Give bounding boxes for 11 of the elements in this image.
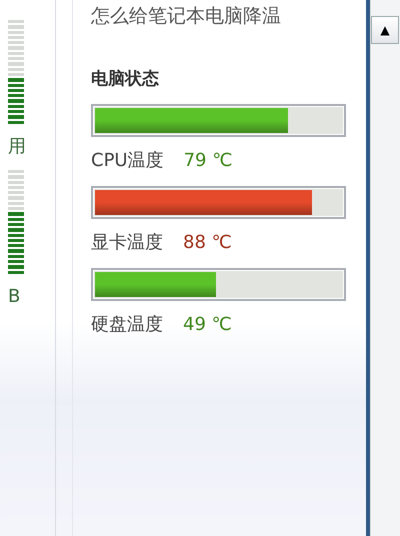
scroll-up-button[interactable]: ▲ [371, 16, 399, 44]
panel-label: B [8, 288, 20, 306]
sensor-label: 硬盘温度 [91, 313, 163, 337]
article-title: 怎么给笔记本电脑降温 [91, 4, 282, 29]
sensor-label: 显卡温度 [91, 231, 163, 255]
temperature-reading: 88 ℃ [183, 231, 232, 255]
temperature-reading: 49 ℃ [183, 313, 232, 337]
temperature-reading: 79 ℃ [184, 149, 232, 173]
sensor-label: CPU温度 [91, 149, 164, 173]
panel-label: 用 [8, 138, 26, 156]
section-title: 电脑状态 [91, 68, 160, 90]
